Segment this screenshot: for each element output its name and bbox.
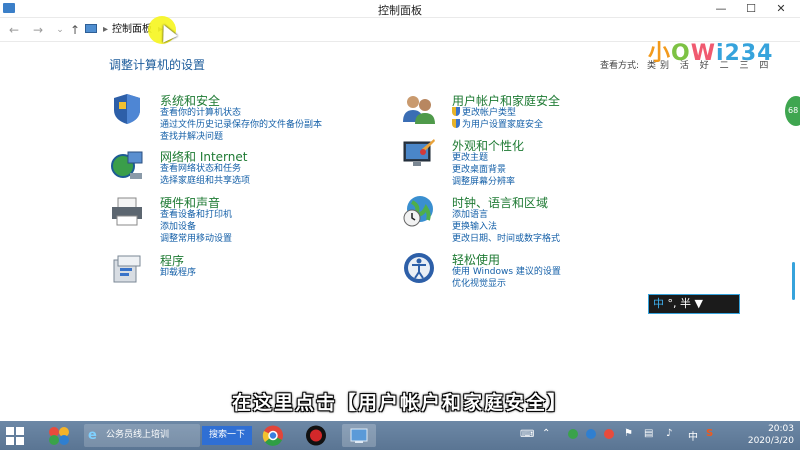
link-add-device[interactable]: 添加设备: [160, 221, 232, 233]
link-date-time-format[interactable]: 更改日期、时间或数字格式: [452, 233, 560, 245]
taskbar-app-colorball-icon[interactable]: [42, 424, 76, 447]
link-uninstall-program[interactable]: 卸载程序: [160, 267, 196, 279]
maximize-icon[interactable]: ☐: [740, 1, 762, 17]
minimize-icon[interactable]: —: [710, 1, 732, 17]
link-devices-printers[interactable]: 查看设备和打印机: [160, 209, 232, 221]
ime-skin-icon[interactable]: ▼: [695, 297, 703, 310]
users-icon: [403, 96, 435, 124]
network-icon[interactable]: ▤: [644, 428, 653, 439]
programs-icon: [113, 255, 141, 283]
clock-time: 20:03: [768, 424, 794, 434]
link-network-status[interactable]: 查看网络状态和任务: [160, 163, 250, 175]
side-widget-badge[interactable]: 68: [785, 96, 800, 126]
link-troubleshoot[interactable]: 查找并解决问题: [160, 131, 322, 143]
up-arrow-icon[interactable]: ↑: [67, 22, 83, 38]
link-homegroup-sharing[interactable]: 选择家庭组和共享选项: [160, 175, 250, 187]
history-dropdown-icon[interactable]: ⌄: [52, 22, 68, 38]
link-desktop-background[interactable]: 更改桌面背景: [452, 164, 515, 176]
ime-mode-indicator[interactable]: °, 半: [668, 297, 692, 310]
link-screen-resolution[interactable]: 调整屏幕分辨率: [452, 176, 515, 188]
screen: 控制面板 — ☐ ✕ ← → ⌄ ↑ ▸控制面板▸ 小OWi234 调整计算机的…: [0, 0, 800, 450]
forward-arrow-icon[interactable]: →: [30, 22, 46, 38]
breadcrumb-separator-icon: ▸: [103, 24, 109, 35]
ime-status-bar[interactable]: 中 °, 半 ▼: [648, 294, 740, 314]
tray-expand-icon[interactable]: ⌃: [542, 428, 550, 439]
ime-lang-indicator[interactable]: 中: [653, 297, 664, 310]
back-arrow-icon[interactable]: ←: [6, 22, 22, 38]
view-by-value[interactable]: 类别 活 好 二 三 四: [647, 61, 772, 71]
uac-shield-icon: [452, 119, 460, 128]
clock-globe-icon: [403, 196, 433, 227]
link-view-computer-status[interactable]: 查看你的计算机状态: [160, 107, 322, 119]
window-title: 控制面板: [378, 4, 422, 17]
breadcrumb-control-panel[interactable]: 控制面板: [112, 24, 152, 35]
network-globe-icon: [111, 151, 143, 179]
sogou-icon[interactable]: S: [706, 428, 713, 439]
view-by-label: 查看方式:: [600, 61, 640, 71]
link-optimize-display[interactable]: 优化视觉显示: [452, 278, 561, 290]
control-panel-task-icon[interactable]: [342, 424, 376, 447]
ease-of-access-icon: [404, 253, 434, 283]
uac-shield-icon: [452, 107, 460, 116]
ie-browser-icon: e: [88, 428, 97, 443]
flag-icon[interactable]: ⚑: [624, 428, 633, 439]
link-family-safety[interactable]: 为用户设置家庭安全: [452, 119, 543, 131]
system-tray: ⌨ ⌃ ⚑ ▤ ♪ 中 S 20:03 2020/3/20: [520, 421, 800, 450]
taskbar: e 公务员线上培训 搜索一下 ⌨ ⌃ ⚑ ▤ ♪ 中 S 20:03 2020/…: [0, 421, 800, 450]
tray-app-icon[interactable]: [586, 429, 596, 439]
chrome-icon[interactable]: [258, 424, 288, 447]
link-change-account-type[interactable]: 更改帐户类型: [452, 107, 543, 119]
link-recommended-settings[interactable]: 使用 Windows 建议的设置: [452, 266, 561, 278]
record-icon[interactable]: [300, 424, 332, 447]
taskbar-task-label: 公务员线上培训: [106, 430, 170, 440]
clock-date: 2020/3/20: [747, 436, 794, 446]
control-panel-breadcrumb-icon: [85, 24, 97, 33]
monitor-paint-icon: [403, 139, 435, 166]
link-add-language[interactable]: 添加语言: [452, 209, 560, 221]
page-heading: 调整计算机的设置: [109, 58, 206, 72]
video-subtitle: 在这里点击【用户帐户和家庭安全】: [231, 392, 568, 414]
printer-icon: [112, 197, 142, 226]
link-file-history[interactable]: 通过文件历史记录保存你的文件备份副本: [160, 119, 322, 131]
windows-start-icon[interactable]: [6, 427, 24, 445]
keyboard-icon[interactable]: ⌨: [520, 429, 534, 440]
search-button[interactable]: 搜索一下: [202, 426, 252, 445]
shield-flag-icon: [114, 94, 140, 124]
link-change-input-method[interactable]: 更换输入法: [452, 221, 560, 233]
link-mobility-settings[interactable]: 调整常用移动设置: [160, 233, 232, 245]
title-bar: 控制面板 — ☐ ✕: [0, 0, 800, 18]
taskbar-ie-task[interactable]: e 公务员线上培训: [84, 424, 200, 447]
volume-icon[interactable]: ♪: [666, 428, 672, 439]
volume-slider[interactable]: [792, 262, 795, 300]
tray-app-icon[interactable]: [568, 429, 578, 439]
tray-app-icon[interactable]: [604, 429, 614, 439]
tray-ime-lang[interactable]: 中: [688, 428, 698, 443]
system-clock[interactable]: 20:03 2020/3/20: [748, 423, 794, 447]
link-change-theme[interactable]: 更改主题: [452, 152, 515, 164]
view-by-control[interactable]: 查看方式: 类别 活 好 二 三 四: [600, 58, 772, 71]
close-icon[interactable]: ✕: [770, 1, 792, 17]
